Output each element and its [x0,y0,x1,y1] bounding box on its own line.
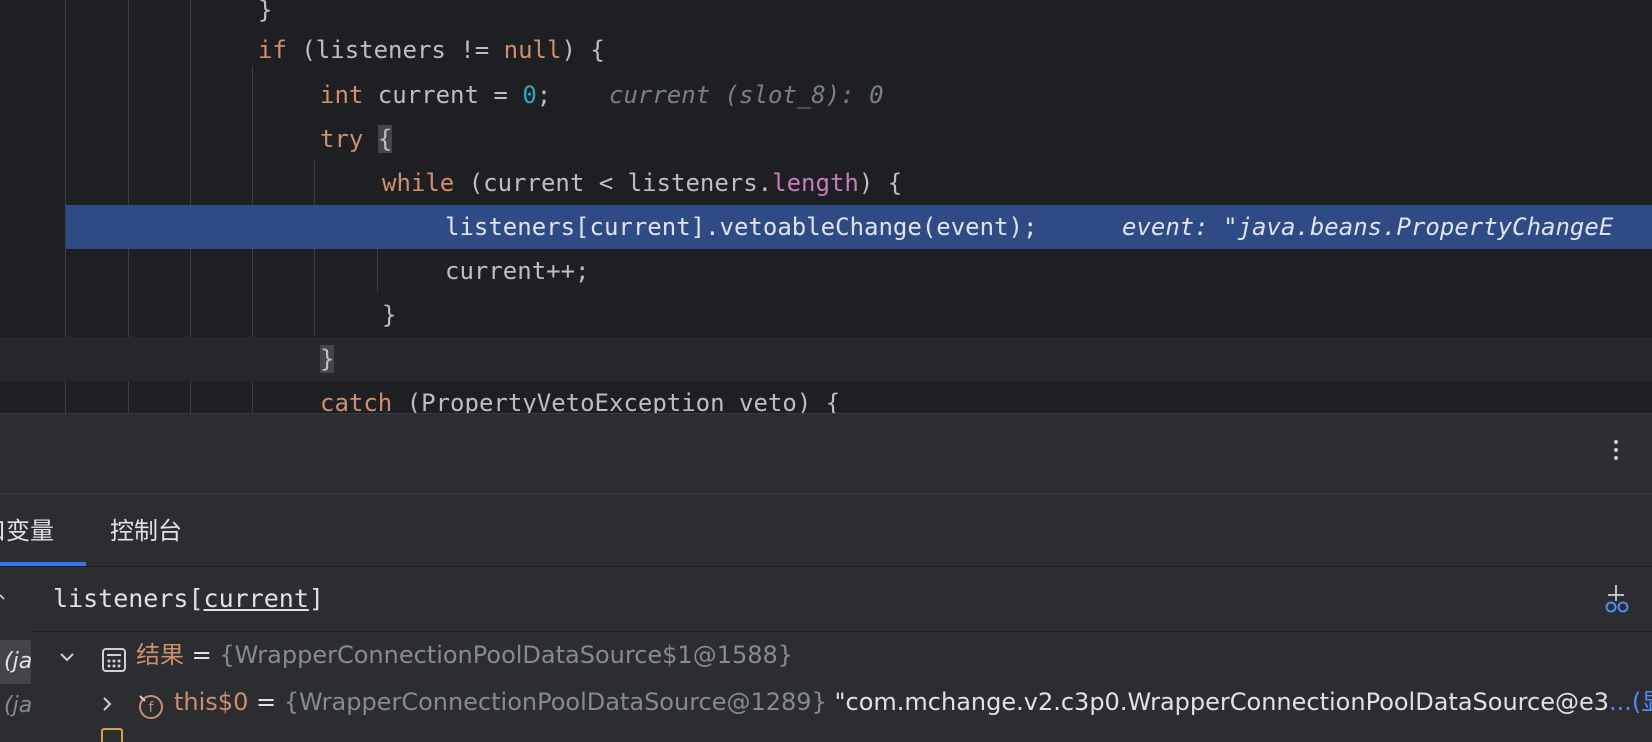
debug-tabs: 口变量 控制台 [0,493,1652,567]
matched-brace: } [320,345,335,373]
code-fragment [363,125,377,153]
code-text: listeners[current].vetoableChange(event)… [445,213,1038,241]
keyword-try: try [320,125,364,153]
code-fragment: ; [536,81,552,109]
keyword-while: while [382,169,455,197]
code-fragment: ) { [858,169,903,197]
field-length: length [772,169,859,197]
code-text: catch (PropertyVetoException veto) { [320,381,840,413]
keyword-int: int [320,81,364,109]
variable-name: this$0 [174,688,249,716]
tab-label-text: 变量 [6,517,54,545]
inline-value-hint: event: "java.beans.PropertyChangeE [1122,213,1614,241]
code-line: } [0,293,1652,337]
code-editor[interactable]: } if (listeners != null) { int current =… [0,0,1652,413]
calculator-icon [101,642,127,672]
expr-part: listeners[ [53,584,204,613]
variable-type: {WrapperConnectionPoolDataSource$1@1588} [219,641,794,669]
code-fragment: current = [363,81,523,109]
code-fragment: (PropertyVetoException veto) { [392,389,841,413]
evaluate-expression-bar[interactable]: listeners[current] [31,567,1652,632]
frames-panel: (ja (ja [0,567,32,742]
add-to-watches-icon[interactable] [1602,583,1632,615]
tree-row-this0[interactable]: f this$0 = {WrapperConnectionPoolDataSou… [31,679,1652,725]
chevron-down-icon[interactable] [57,632,77,678]
code-text: current++; [445,257,590,285]
code-text: } [320,337,335,381]
code-text: while (current < listeners.length) { [382,161,902,205]
tree-row-result[interactable]: 结果 = {WrapperConnectionPoolDataSource$1@… [31,632,1652,678]
inline-value-hint: current (slot_8): 0 [609,81,884,109]
code-line: current++; [0,249,1652,293]
keyword-catch: catch [320,389,393,413]
evaluate-expression-input[interactable]: listeners[current] [53,567,324,631]
matched-brace: { [377,125,393,153]
show-more-link[interactable]: ...(显 [1609,688,1652,716]
code-line: if (listeners != null) { [0,28,1652,72]
keyword-if: if [258,36,287,64]
tab-console[interactable]: 控制台 [110,494,190,566]
code-line: catch (PropertyVetoException veto) { [0,381,1652,413]
field-icon [101,728,123,742]
tab-label: 控制台 [110,517,182,545]
code-text: int current = 0; [320,73,551,117]
code-fragment: (current < listeners. [454,169,773,197]
variable-entry: 结果 = {WrapperConnectionPoolDataSource$1@… [136,632,793,678]
field-icon: f [137,689,163,719]
svg-text:f: f [149,700,155,716]
caret-line: } [0,337,1652,381]
variable-entry: this$0 = {WrapperConnectionPoolDataSourc… [174,679,1652,725]
expr-variable: current [203,584,309,613]
chevron-down-icon[interactable] [0,587,10,600]
variable-name: 结果 [136,641,184,669]
equals-sign: = [248,688,284,716]
variables-tree: 结果 = {WrapperConnectionPoolDataSource$1@… [31,632,1652,742]
equals-sign: = [184,641,220,669]
keyword-null: null [503,36,562,64]
code-line: try { [0,117,1652,161]
frame-item[interactable]: (ja [0,640,31,684]
variable-value: "com.mchange.v2.c3p0.WrapperConnectionPo… [826,688,1609,716]
code-text: try { [320,117,393,161]
chevron-right-icon[interactable] [97,679,117,725]
execution-point-line[interactable]: listeners[current].vetoableChange(event)… [66,205,1652,249]
more-options-icon[interactable] [1610,436,1622,472]
tab-variables[interactable]: 口变量 [0,494,86,566]
debug-toolbar-strip [0,413,1652,493]
tab-label: 口变量 [0,494,54,568]
expr-part: ] [308,584,324,613]
code-fragment: ) { [561,36,605,64]
code-text: } [382,301,397,329]
number-literal: 0 [522,81,537,109]
frame-item[interactable]: (ja [0,684,31,728]
code-line: while (current < listeners.length) { [0,161,1652,205]
code-fragment: (listeners != [286,36,504,64]
variable-type: {WrapperConnectionPoolDataSource@1289} [283,688,827,716]
code-line: int current = 0; current (slot_8): 0 [0,73,1652,117]
code-text: if (listeners != null) { [258,28,605,72]
